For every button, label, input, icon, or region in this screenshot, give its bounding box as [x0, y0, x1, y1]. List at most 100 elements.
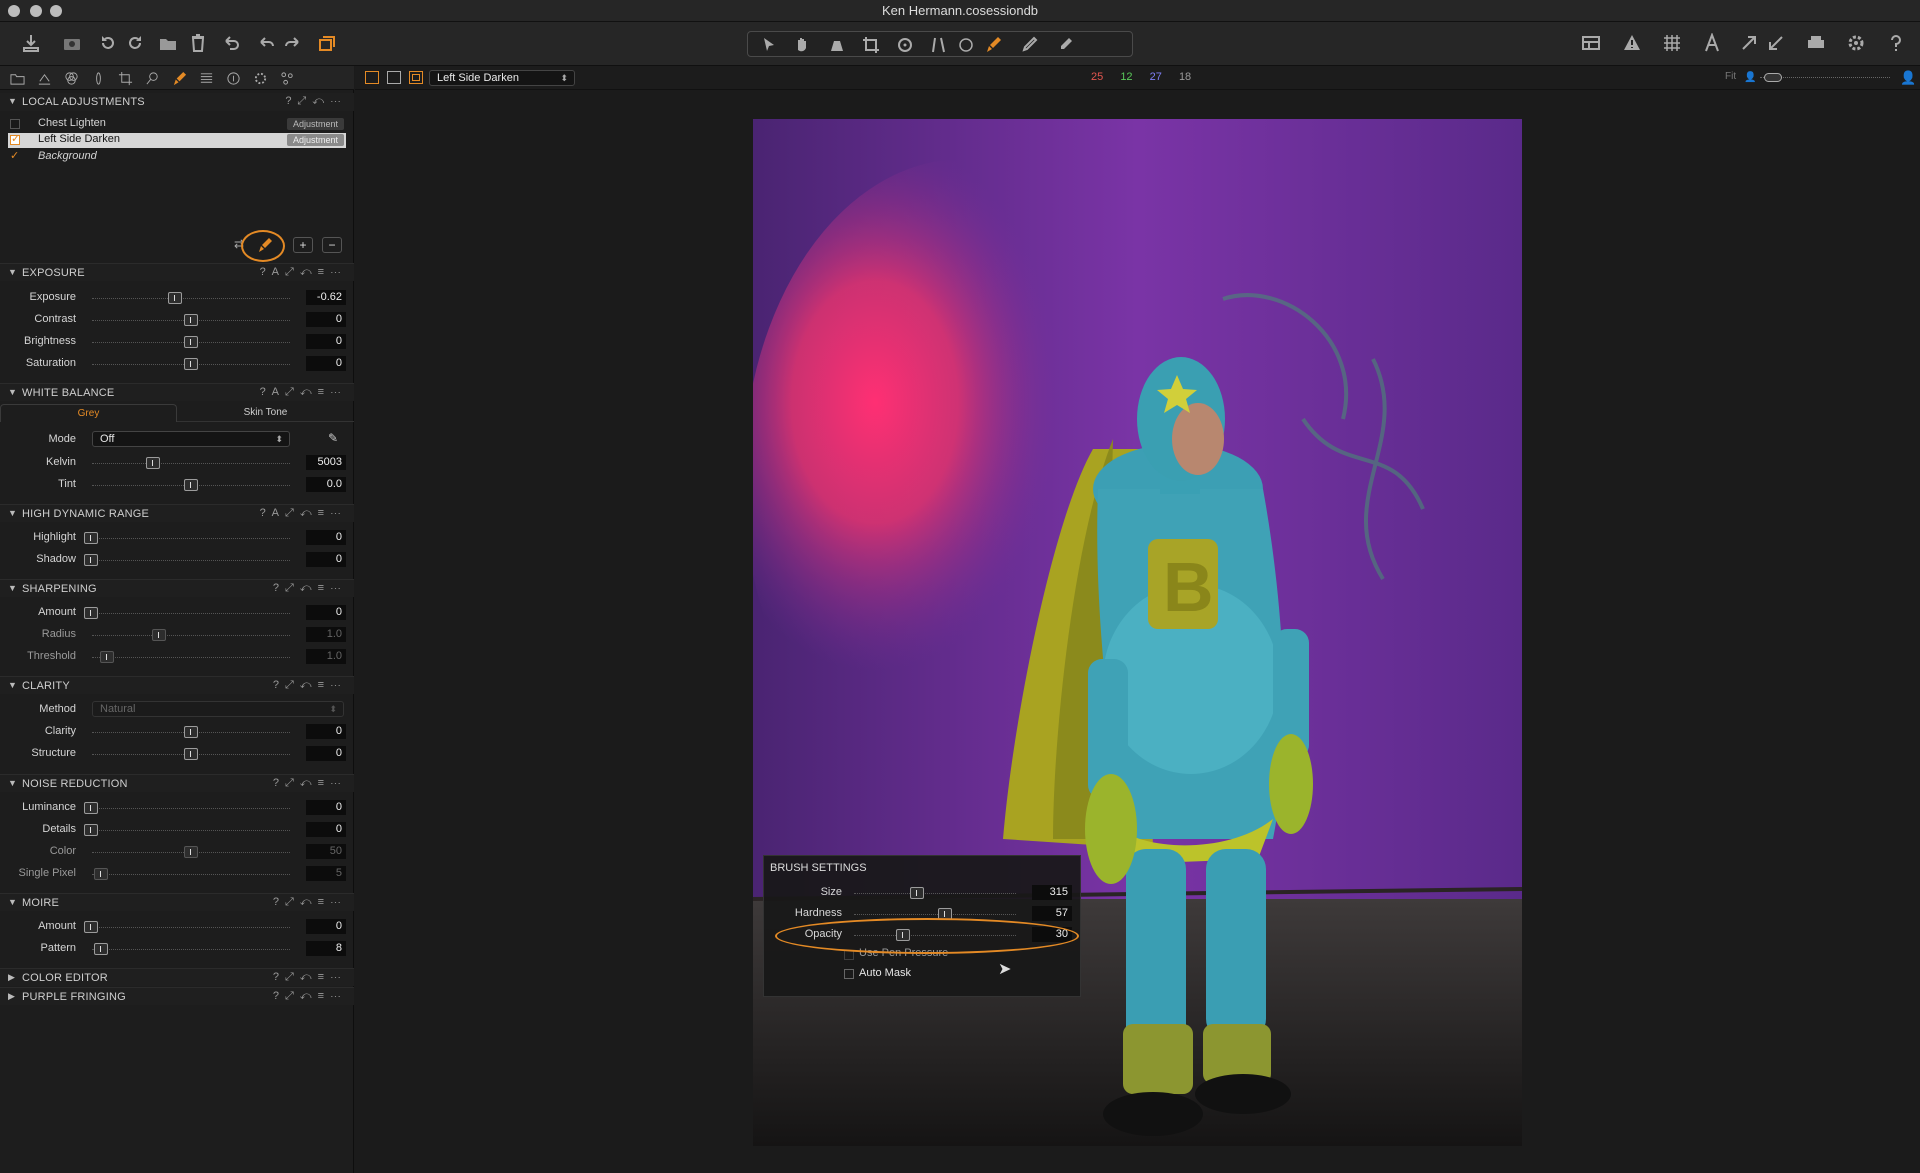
slider-thumb[interactable]	[168, 292, 182, 304]
section-actions[interactable]: ?⤢↶⋯	[285, 95, 347, 108]
batch-tab-icon[interactable]	[278, 69, 296, 87]
slider-track[interactable]	[92, 808, 290, 809]
details-tab-icon[interactable]	[143, 69, 161, 87]
slider-value[interactable]: 0	[306, 334, 346, 349]
draw-mask-brush-icon[interactable]	[980, 32, 1006, 58]
slider-track[interactable]	[92, 657, 290, 658]
redo-icon[interactable]	[279, 30, 305, 56]
capture-tab-icon[interactable]	[35, 69, 53, 87]
slider-value[interactable]: 5003	[306, 455, 346, 470]
slider-track[interactable]	[92, 927, 290, 928]
copy-apply-icon[interactable]	[314, 30, 340, 56]
slider-thumb[interactable]	[184, 479, 198, 491]
noise-color-row[interactable]: Color 50	[0, 843, 354, 861]
noise-reduction-header[interactable]: ▼ NOISE REDUCTION ?⤢↶≡⋯	[0, 774, 354, 792]
slider-thumb[interactable]	[184, 336, 198, 348]
slider-thumb[interactable]	[184, 726, 198, 738]
remove-layer-button[interactable]: −	[322, 237, 342, 253]
layer-checkbox[interactable]	[10, 119, 20, 129]
library-tab-icon[interactable]	[8, 69, 26, 87]
slider-value[interactable]: 1.0	[306, 649, 346, 664]
collapse-triangle-icon[interactable]: ▼	[8, 387, 17, 397]
metadata-tab-icon[interactable]	[224, 69, 242, 87]
saturation-row[interactable]: Saturation 0	[0, 355, 354, 373]
slider-thumb[interactable]	[84, 554, 98, 566]
slider-thumb[interactable]	[84, 532, 98, 544]
layer-item[interactable]: Chest Lighten Adjustment	[8, 117, 346, 131]
slider-track[interactable]	[92, 830, 290, 831]
section-actions[interactable]: ?A⤢↶≡⋯	[260, 266, 347, 279]
slider-value[interactable]: 50	[306, 844, 346, 859]
expand-triangle-icon[interactable]: ▶	[8, 991, 15, 1002]
slider-value[interactable]: 0	[306, 530, 346, 545]
tab-grey[interactable]: Grey	[0, 404, 177, 422]
moire-amount-row[interactable]: Amount 0	[0, 918, 354, 936]
zoom-slider-thumb[interactable]	[1764, 73, 1782, 82]
viewer-layout-icon[interactable]	[1578, 30, 1604, 56]
settings-gear-icon[interactable]	[1843, 30, 1869, 56]
layer-item-background[interactable]: ✓ Background	[8, 150, 346, 164]
hdr-header[interactable]: ▼ HIGH DYNAMIC RANGE ?A⤢↶≡⋯	[0, 504, 354, 522]
apply-to-icon[interactable]	[1763, 30, 1789, 56]
local-adjustments-tab-icon[interactable]	[170, 69, 188, 87]
slider-track[interactable]	[92, 538, 290, 539]
section-actions[interactable]: ?⤢↶≡⋯	[273, 971, 347, 984]
sharpen-threshold-row[interactable]: Threshold 1.0	[0, 648, 354, 666]
slider-thumb[interactable]	[84, 921, 98, 933]
slider-track[interactable]	[92, 298, 290, 299]
exposure-warning-icon[interactable]	[1619, 30, 1645, 56]
brightness-row[interactable]: Brightness 0	[0, 333, 354, 351]
slider-thumb[interactable]	[184, 314, 198, 326]
moire-header[interactable]: ▼ MOIRE ?⤢↶≡⋯	[0, 893, 354, 911]
slider-track[interactable]	[92, 874, 290, 875]
highlight-row[interactable]: Highlight 0	[0, 529, 354, 547]
single-pixel-row[interactable]: Single Pixel 5	[0, 865, 354, 883]
lens-crop-tab-icon[interactable]	[116, 69, 134, 87]
single-view-icon[interactable]	[387, 71, 401, 84]
help-icon[interactable]	[1883, 30, 1909, 56]
slider-value[interactable]: 0	[306, 724, 346, 739]
slider-track[interactable]	[92, 635, 290, 636]
slider-track[interactable]	[854, 893, 1016, 894]
sharpen-radius-row[interactable]: Radius 1.0	[0, 626, 354, 644]
section-actions[interactable]: ?⤢↶≡⋯	[273, 896, 347, 909]
details-row[interactable]: Details 0	[0, 821, 354, 839]
add-layer-button[interactable]: +	[293, 237, 313, 253]
slider-value[interactable]: 0	[306, 822, 346, 837]
move-to-folder-icon[interactable]	[155, 30, 181, 56]
slider-value[interactable]: 0	[306, 605, 346, 620]
sharpen-amount-row[interactable]: Amount 0	[0, 604, 354, 622]
copy-adjustments-icon[interactable]	[1052, 32, 1078, 58]
output-tab-icon[interactable]	[251, 69, 269, 87]
reset-icon[interactable]	[219, 30, 245, 56]
print-icon[interactable]	[1803, 30, 1829, 56]
slider-value[interactable]: 0.0	[306, 477, 346, 492]
color-picker-icon[interactable]	[1016, 32, 1042, 58]
section-actions[interactable]: ?⤢↶≡⋯	[273, 777, 347, 790]
copy-to-icon[interactable]	[1736, 30, 1762, 56]
multi-view-icon[interactable]	[365, 71, 379, 84]
section-actions[interactable]: ?A⤢↶≡⋯	[260, 507, 347, 520]
slider-thumb[interactable]	[94, 868, 108, 880]
select-cursor-icon[interactable]	[756, 32, 782, 58]
slider-thumb[interactable]	[184, 748, 198, 760]
variant-select[interactable]: Left Side Darken ⬍	[429, 70, 575, 86]
clarity-header[interactable]: ▼ CLARITY ?⤢↶≡⋯	[0, 676, 354, 694]
slider-value[interactable]: 5	[306, 866, 346, 881]
grid-icon[interactable]	[1659, 30, 1685, 56]
layer-item-selected[interactable]: ✓ Left Side Darken Adjustment	[8, 133, 346, 148]
auto-mask-checkbox[interactable]	[844, 969, 854, 979]
brush-layer-icon[interactable]	[257, 237, 273, 256]
moire-pattern-row[interactable]: Pattern 8	[0, 940, 354, 958]
slider-thumb[interactable]	[100, 651, 114, 663]
slider-track[interactable]	[92, 560, 290, 561]
layer-checkbox[interactable]: ✓	[10, 133, 20, 145]
local-adjustments-header[interactable]: ▼ LOCAL ADJUSTMENTS ?⤢↶⋯	[0, 93, 354, 111]
shadow-row[interactable]: Shadow 0	[0, 551, 354, 569]
slider-thumb[interactable]	[184, 358, 198, 370]
rotate-left-icon[interactable]	[95, 30, 121, 56]
undo-icon[interactable]	[254, 30, 280, 56]
slider-thumb[interactable]	[152, 629, 166, 641]
exposure-header[interactable]: ▼ EXPOSURE ?A⤢↶≡⋯	[0, 263, 354, 281]
slider-track[interactable]	[92, 613, 290, 614]
